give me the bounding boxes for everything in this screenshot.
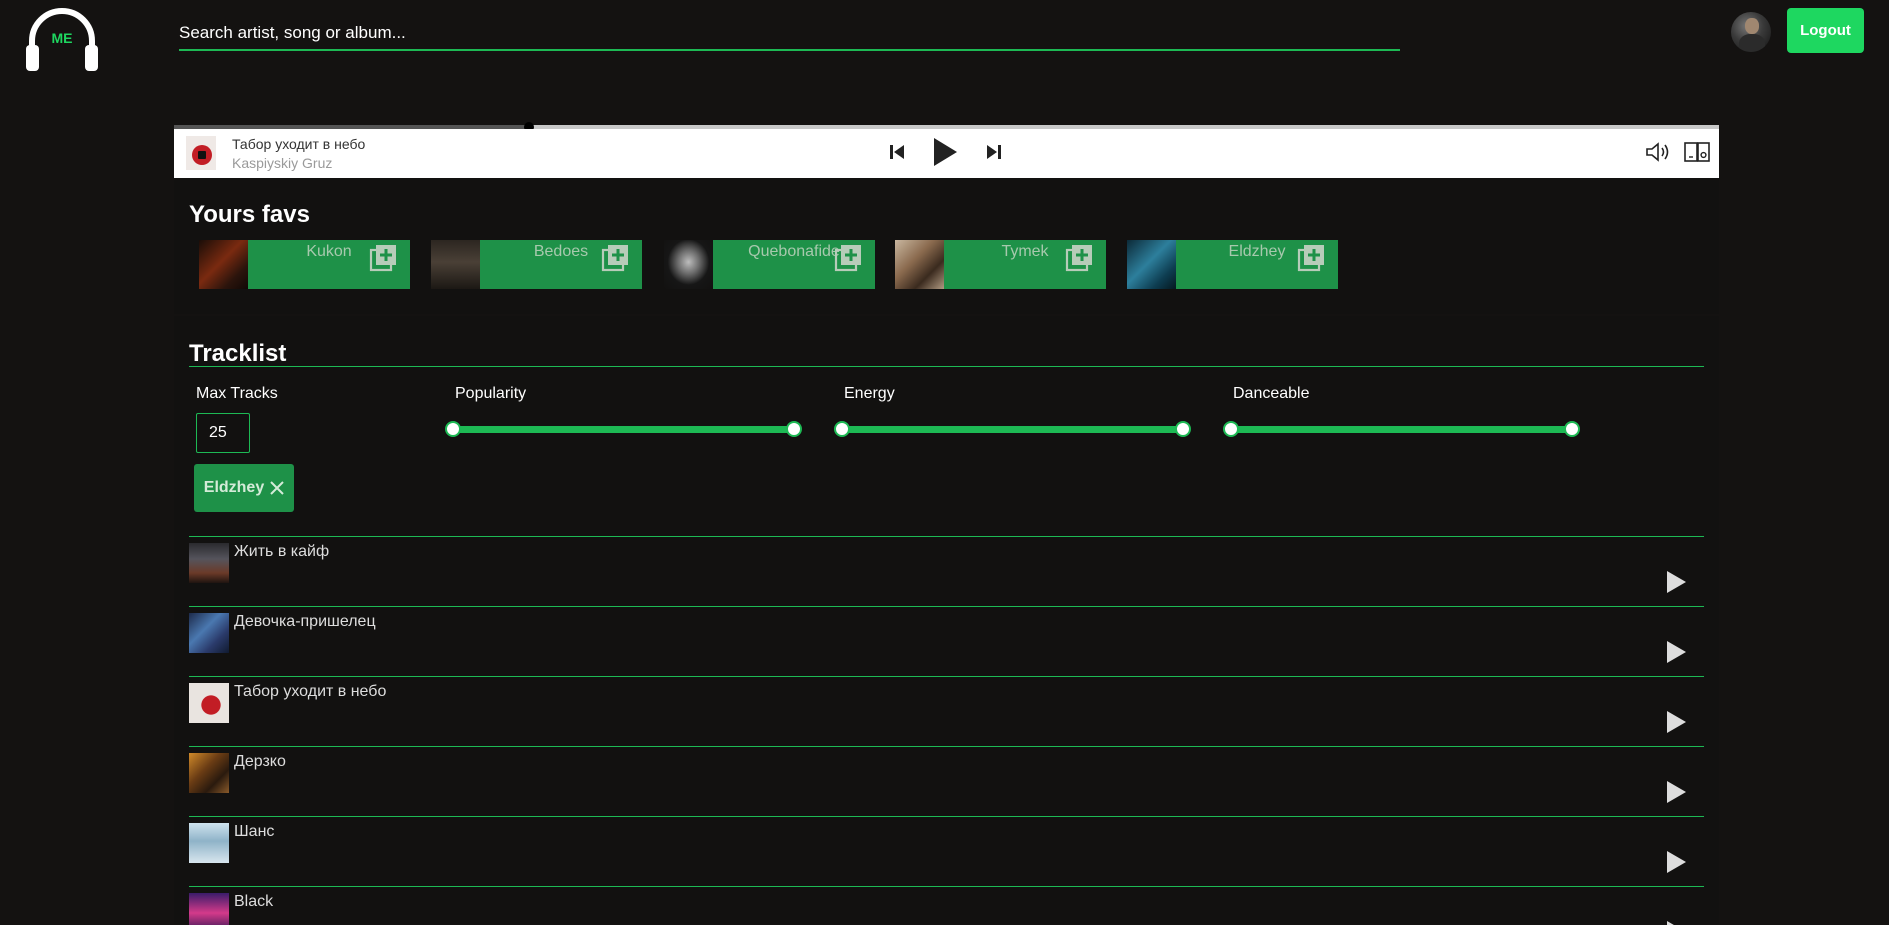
fav-artist-image (895, 240, 944, 289)
search-bar[interactable] (179, 16, 1400, 51)
tracklist-divider (189, 366, 1704, 367)
app-logo[interactable]: ME (22, 3, 102, 76)
track-name: Табор уходит в небо (234, 683, 387, 700)
add-to-queue-icon[interactable] (1296, 243, 1326, 273)
tracklist-title: Tracklist (189, 340, 287, 367)
track-album-art (189, 683, 229, 723)
energy-label: Energy (844, 385, 895, 402)
add-to-queue-icon[interactable] (600, 243, 630, 273)
next-icon (987, 145, 1001, 159)
volume-icon[interactable] (1644, 140, 1672, 164)
track-album-art (189, 753, 229, 793)
next-button[interactable] (984, 140, 1004, 164)
previous-button[interactable] (887, 140, 907, 164)
logo-text: ME (52, 30, 73, 46)
track-name: Жить в кайф (234, 543, 330, 560)
fav-body: Tymek (944, 240, 1106, 289)
popularity-max-handle[interactable] (786, 421, 802, 437)
fav-body: Kukon (248, 240, 410, 289)
fav-card[interactable]: Bedoes (431, 240, 642, 289)
logout-button[interactable]: Logout (1787, 8, 1864, 53)
danceable-label: Danceable (1233, 385, 1310, 402)
avatar-body (1739, 34, 1765, 52)
track-album-art (189, 613, 229, 653)
track-name: Дерзко (234, 753, 286, 770)
track-row[interactable]: Жить в кайф (189, 536, 1704, 606)
chip-label: Eldzhey (203, 479, 265, 496)
fav-card[interactable]: Tymek (895, 240, 1106, 289)
fav-body: Bedoes (480, 240, 642, 289)
popularity-slider[interactable] (453, 426, 794, 433)
play-icon[interactable] (1664, 639, 1688, 665)
max-tracks-input[interactable] (196, 413, 250, 453)
add-to-queue-icon[interactable] (1064, 243, 1094, 273)
popularity-label: Popularity (455, 385, 527, 402)
track-album-art (189, 893, 229, 925)
play-icon[interactable] (1664, 849, 1688, 875)
danceable-min-handle[interactable] (1223, 421, 1239, 437)
energy-min-handle[interactable] (834, 421, 850, 437)
fav-card[interactable]: Eldzhey (1127, 240, 1338, 289)
fav-card[interactable]: Kukon (199, 240, 410, 289)
track-name: Девочка-пришелец (234, 613, 376, 630)
search-input[interactable] (179, 16, 1400, 49)
max-tracks-label: Max Tracks (196, 385, 278, 402)
energy-slider[interactable] (842, 426, 1183, 433)
avatar[interactable] (1731, 12, 1771, 52)
track-album-art (189, 543, 229, 583)
player-album-art (186, 136, 216, 170)
fav-body: Eldzhey (1176, 240, 1338, 289)
danceable-slider[interactable] (1231, 426, 1572, 433)
play-icon[interactable] (1664, 569, 1688, 595)
fav-artist-image (664, 240, 713, 289)
previous-icon (890, 145, 904, 159)
energy-max-handle[interactable] (1175, 421, 1191, 437)
add-to-queue-icon[interactable] (368, 243, 398, 273)
player-track-artist: Kaspiyskiy Gruz (232, 155, 333, 171)
track-row[interactable]: Black (189, 886, 1704, 925)
popularity-min-handle[interactable] (445, 421, 461, 437)
play-icon[interactable] (1664, 709, 1688, 735)
track-row[interactable]: Дерзко (189, 746, 1704, 816)
danceable-max-handle[interactable] (1564, 421, 1580, 437)
favs-title: Yours favs (189, 201, 310, 228)
track-name: Шанс (234, 823, 275, 840)
artist-filter-chip: Eldzhey (194, 464, 294, 512)
close-icon[interactable] (270, 481, 284, 495)
track-name: Black (234, 893, 274, 910)
track-row[interactable]: Табор уходит в небо (189, 676, 1704, 746)
player-track-title: Табор уходит в небо (232, 136, 366, 152)
fav-card[interactable]: Quebonafide (664, 240, 875, 289)
fav-artist-image (431, 240, 480, 289)
add-to-queue-icon[interactable] (833, 243, 863, 273)
fav-body: Quebonafide (713, 240, 875, 289)
play-icon[interactable] (1664, 779, 1688, 805)
track-row[interactable]: Девочка-пришелец (189, 606, 1704, 676)
avatar-face (1745, 18, 1759, 34)
play-icon (934, 138, 957, 166)
track-row[interactable]: Шанс (189, 816, 1704, 886)
fav-artist-image (1127, 240, 1176, 289)
fav-artist-image (199, 240, 248, 289)
track-album-art (189, 823, 229, 863)
devices-icon[interactable] (1683, 140, 1711, 164)
play-icon[interactable] (1664, 919, 1688, 925)
play-button[interactable] (930, 134, 960, 170)
